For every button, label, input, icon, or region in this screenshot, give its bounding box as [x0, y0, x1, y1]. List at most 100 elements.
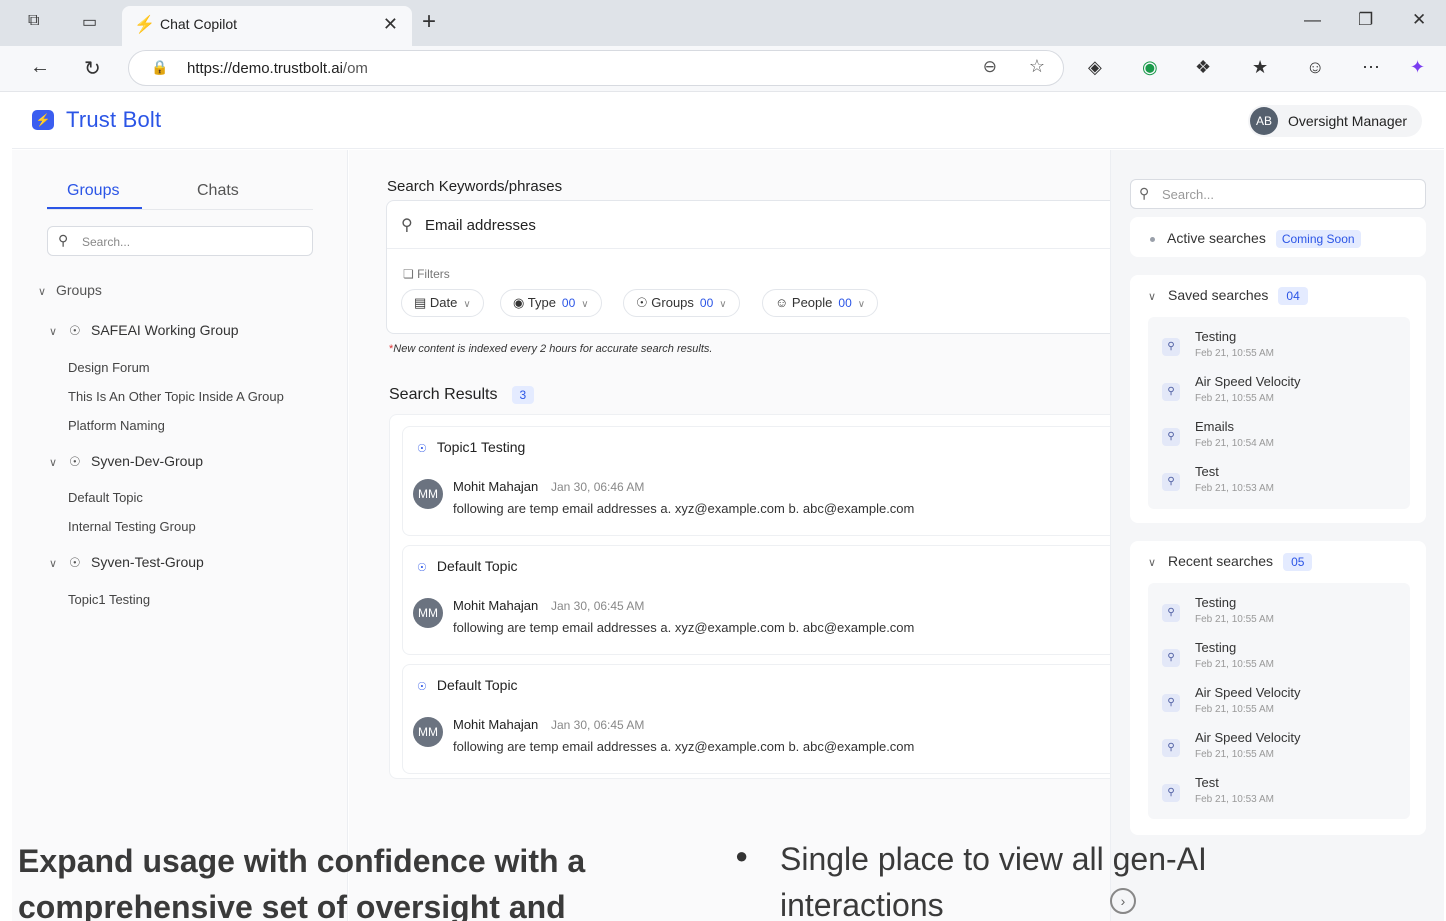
result-topic: Topic1 Testing [436, 439, 526, 455]
avatar: MM [413, 598, 443, 628]
sidebar-search-input[interactable]: ⚲ Search... [47, 226, 313, 256]
search-value: Email addresses [425, 217, 536, 234]
app-header: ⚡ Trust Bolt AB Oversight Manager [12, 93, 1444, 149]
back-icon[interactable]: ← [30, 56, 50, 79]
user-menu[interactable]: AB Oversight Manager [1248, 105, 1422, 137]
saved-searches-header[interactable]: ∨ Saved searches 04 [1148, 287, 1308, 305]
saved-search-item[interactable]: ⚲ Test Feb 21, 10:53 AM [1148, 460, 1410, 504]
extensions-puzzle-icon[interactable]: ❖ [1195, 57, 1211, 78]
group-item[interactable]: ∨ ☉ Syven-Test-Group [49, 554, 204, 571]
profile-icon[interactable]: ☺ [1306, 57, 1324, 78]
filter-date-button[interactable]: ▤ Date ∨ [401, 289, 484, 317]
topic-item[interactable]: Platform Naming [68, 418, 165, 433]
result-item[interactable]: ☉ Topic1 Testing MM Mohit Mahajan Jan 30,… [402, 426, 1111, 536]
keyword-search-input[interactable]: ⚲ Email addresses [387, 201, 1111, 249]
restore-icon[interactable]: ❐ [1358, 10, 1373, 30]
minimize-icon[interactable]: — [1304, 10, 1321, 30]
index-note: *New content is indexed every 2 hours fo… [389, 343, 713, 355]
main-content: Search Keywords/phrases ⚲ Email addresse… [349, 150, 1111, 921]
lock-icon[interactable]: 🔒 [151, 59, 168, 76]
result-item[interactable]: ☉ Default Topic MM Mohit Mahajan Jan 30, … [402, 545, 1111, 655]
tab-groups[interactable]: Groups [67, 182, 119, 200]
saved-search-icon: ⚲ [1162, 383, 1180, 401]
chevron-down-icon: ∨ [463, 299, 471, 310]
brand-name: Trust Bolt [66, 107, 162, 132]
right-search-input[interactable]: ⚲ Search... [1130, 179, 1426, 209]
filter-type-button[interactable]: ◉ Type 00 ∨ [500, 289, 602, 317]
search-icon: ⚲ [401, 217, 413, 234]
recent-search-item[interactable]: ⚲ Testing Feb 21, 10:55 AM [1148, 636, 1410, 680]
avatar: AB [1250, 107, 1278, 135]
group-icon: ☉ [69, 555, 81, 570]
result-time: Jan 30, 06:46 AM [551, 480, 645, 494]
bullet-icon [1150, 236, 1155, 242]
more-menu-icon[interactable]: ⋯ [1362, 57, 1380, 78]
group-icon: ☉ [417, 562, 427, 574]
close-tab-icon[interactable]: ✕ [383, 14, 398, 35]
search-icon: ⚲ [1139, 185, 1150, 201]
search-icon: ⚲ [58, 232, 69, 248]
result-author: Mohit Mahajan [453, 717, 539, 732]
group-icon: ☉ [417, 681, 427, 693]
topic-item[interactable]: Default Topic [68, 490, 143, 505]
browser-tab[interactable]: ⚡ Chat Copilot ✕ [122, 6, 412, 46]
browser-tab-bar: ⧉ ▭ ⚡ Chat Copilot ✕ + — ❐ ✕ [0, 0, 1446, 46]
topic-item[interactable]: Internal Testing Group [68, 519, 196, 534]
refresh-icon[interactable]: ↻ [84, 56, 101, 81]
avatar: MM [413, 717, 443, 747]
group-icon: ☉ [636, 295, 648, 310]
saved-search-icon: ⚲ [1162, 649, 1180, 667]
workspaces-icon[interactable]: ⧉ [28, 12, 39, 30]
saved-search-item[interactable]: ⚲ Emails Feb 21, 10:54 AM [1148, 415, 1410, 459]
result-message: following are temp email addresses a. xy… [453, 501, 915, 516]
groups-tree-header[interactable]: ∨ Groups [38, 282, 102, 298]
url-text: https://demo.trustbolt.ai/om [187, 60, 368, 77]
slide-caption-left: Expand usage with confidence with a comp… [18, 843, 586, 921]
chevron-down-icon: ∨ [1148, 557, 1157, 569]
saved-search-item[interactable]: ⚲ Air Speed Velocity Feb 21, 10:55 AM [1148, 370, 1410, 414]
copilot-icon[interactable]: ✦ [1410, 57, 1425, 78]
next-arrow-icon[interactable]: › [1110, 888, 1136, 914]
group-item[interactable]: ∨ ☉ SAFEAI Working Group [49, 322, 239, 339]
chevron-down-icon: ∨ [719, 299, 727, 310]
extension-icon[interactable]: ◈ [1088, 57, 1102, 78]
recent-searches-list: ⚲ Testing Feb 21, 10:55 AM ⚲ Testing Feb 2… [1148, 583, 1410, 819]
result-author: Mohit Mahajan [453, 598, 539, 613]
grammarly-icon[interactable]: ◉ [1142, 57, 1158, 78]
recent-search-item[interactable]: ⚲ Air Speed Velocity Feb 21, 10:55 AM [1148, 726, 1410, 770]
recent-searches-header[interactable]: ∨ Recent searches 05 [1148, 553, 1313, 571]
filters-label: ❏ Filters [403, 267, 450, 281]
zoom-out-icon[interactable]: ⊖ [983, 57, 997, 77]
topic-item[interactable]: Design Forum [68, 360, 150, 375]
brand-logo-icon: ⚡ [32, 110, 54, 130]
filter-people-button[interactable]: ☺ People 00 ∨ [762, 289, 879, 317]
coming-soon-badge: Coming Soon [1275, 230, 1361, 248]
topic-item[interactable]: This Is An Other Topic Inside A Group [68, 389, 284, 404]
tab-chats[interactable]: Chats [197, 182, 239, 200]
tab-actions-icon[interactable]: ▭ [82, 12, 97, 32]
favorite-star-icon[interactable]: ☆ [1029, 56, 1045, 77]
window-close-icon[interactable]: ✕ [1412, 10, 1426, 30]
chevron-down-icon: ∨ [581, 299, 589, 310]
chevron-down-icon: ∨ [49, 326, 58, 338]
calendar-icon: ▤ [414, 295, 427, 310]
result-time: Jan 30, 06:45 AM [551, 718, 645, 732]
new-tab-icon[interactable]: + [422, 8, 436, 36]
saved-search-item[interactable]: ⚲ Testing Feb 21, 10:55 AM [1148, 325, 1410, 369]
saved-search-icon: ⚲ [1162, 338, 1180, 356]
recent-search-item[interactable]: ⚲ Air Speed Velocity Feb 21, 10:55 AM [1148, 681, 1410, 725]
saved-count-badge: 04 [1278, 287, 1308, 305]
saved-search-icon: ⚲ [1162, 473, 1180, 491]
active-searches-row: Active searches Coming Soon [1150, 230, 1361, 248]
url-field[interactable]: 🔒 https://demo.trustbolt.ai/om ⊖ ☆ [128, 50, 1064, 86]
favorites-icon[interactable]: ★ [1252, 57, 1268, 78]
recent-search-item[interactable]: ⚲ Test Feb 21, 10:53 AM [1148, 771, 1410, 815]
result-message: following are temp email addresses a. xy… [453, 620, 915, 635]
sidebar-search-placeholder: Search... [82, 235, 131, 249]
recent-search-item[interactable]: ⚲ Testing Feb 21, 10:55 AM [1148, 591, 1410, 635]
result-item[interactable]: ☉ Default Topic MM Mohit Mahajan Jan 30, … [402, 664, 1111, 774]
filter-groups-button[interactable]: ☉ Groups 00 ∨ [623, 289, 740, 317]
topic-item[interactable]: Topic1 Testing [68, 592, 150, 607]
group-item[interactable]: ∨ ☉ Syven-Dev-Group [49, 453, 203, 470]
address-bar: ← ↻ 🔒 https://demo.trustbolt.ai/om ⊖ ☆ ◈… [0, 46, 1446, 92]
